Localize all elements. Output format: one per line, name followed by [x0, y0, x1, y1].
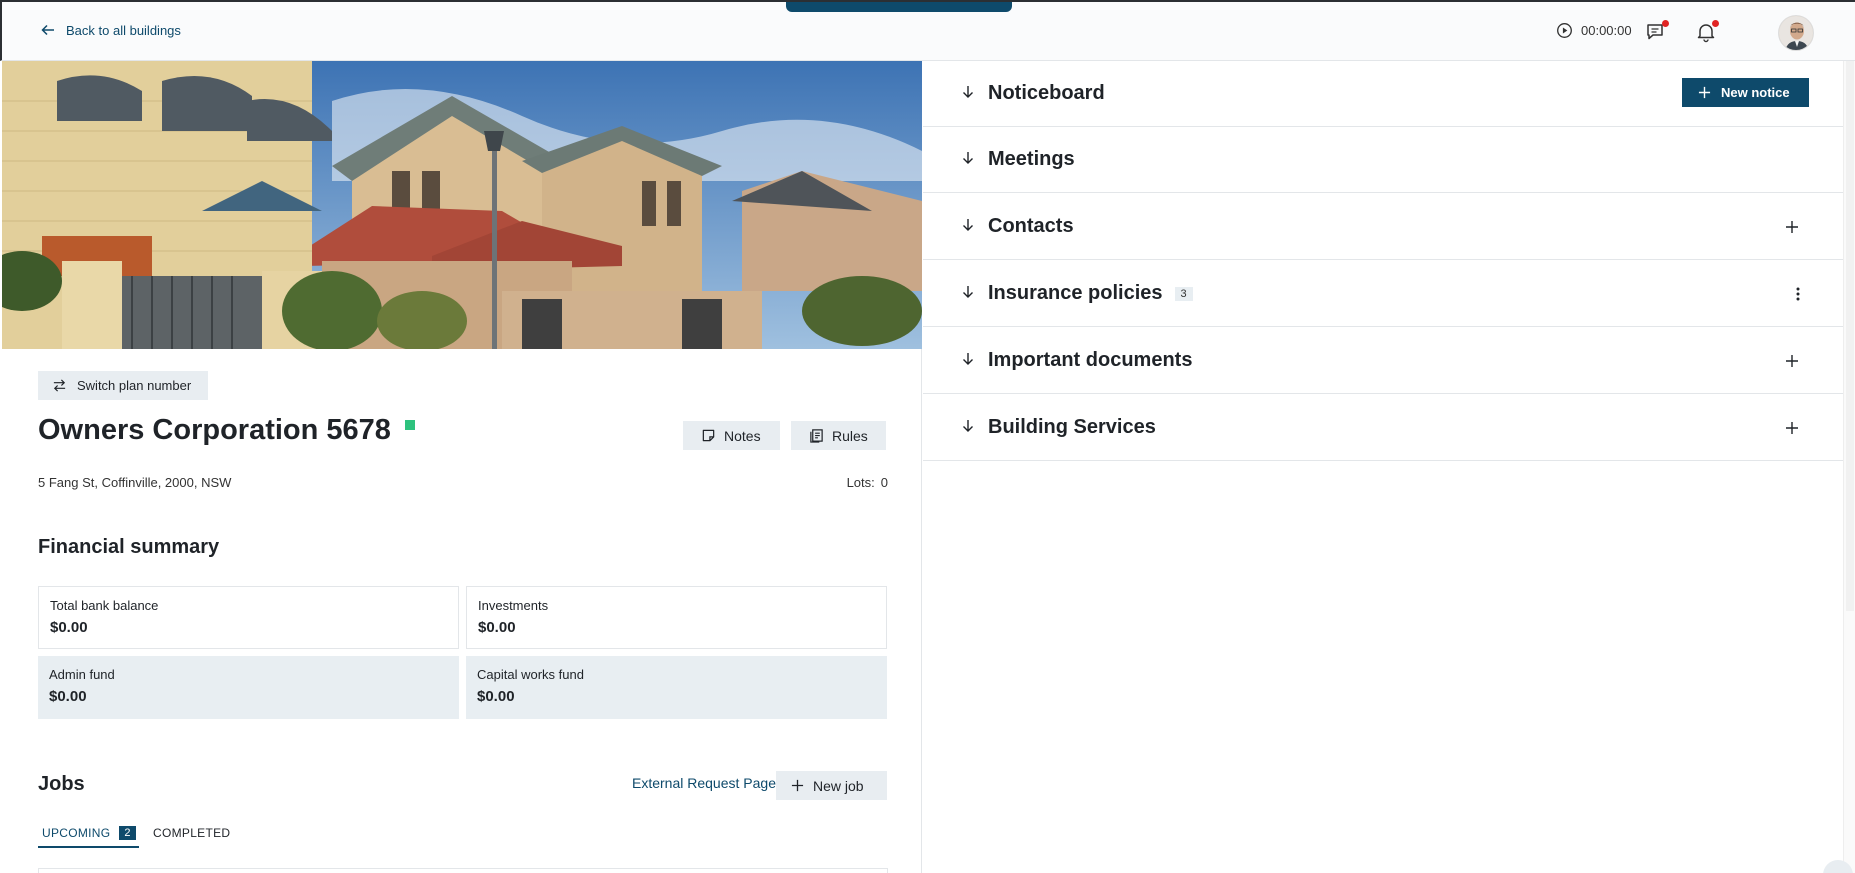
add-document-plus-icon[interactable]	[1784, 353, 1800, 369]
arrow-down-icon	[963, 420, 973, 432]
section-important-documents[interactable]: Important documents	[923, 328, 1845, 394]
section-title: Meetings	[988, 148, 1075, 171]
swap-arrows-icon	[53, 379, 66, 392]
card-value: $0.00	[477, 688, 515, 705]
capital-works-fund-card: Capital works fund $0.00	[466, 656, 887, 719]
play-circle-icon	[1557, 23, 1572, 38]
admin-fund-card: Admin fund $0.00	[38, 656, 459, 719]
section-contacts[interactable]: Contacts	[923, 194, 1845, 260]
section-meetings[interactable]: Meetings	[923, 127, 1845, 193]
top-tab-indicator[interactable]	[786, 2, 1012, 12]
tab-label: COMPLETED	[153, 826, 231, 840]
lots-count: Lots: 0	[847, 475, 888, 490]
rules-document-icon	[810, 429, 823, 443]
back-link-label: Back to all buildings	[66, 22, 181, 38]
rules-label: Rules	[832, 427, 868, 444]
investments-card: Investments $0.00	[466, 586, 887, 649]
new-job-label: New job	[813, 777, 864, 794]
messages-button[interactable]	[1645, 20, 1669, 43]
section-title-text: Insurance policies	[988, 282, 1163, 304]
back-to-buildings-link[interactable]: Back to all buildings	[40, 22, 181, 38]
total-bank-balance-card: Total bank balance $0.00	[38, 586, 459, 649]
tab-completed[interactable]: COMPLETED	[153, 826, 230, 846]
arrow-left-icon	[41, 24, 54, 36]
building-address: 5 Fang St, Coffinville, 2000, NSW	[38, 475, 232, 490]
building-sections-pane: Noticeboard New notice Meetings Contacts…	[923, 61, 1845, 873]
lots-value: 0	[880, 475, 888, 490]
card-value: $0.00	[478, 619, 516, 636]
jobs-heading: Jobs	[38, 773, 85, 795]
card-label: Capital works fund	[477, 667, 584, 682]
building-overview-pane: Switch plan number Owners Corporation 56…	[2, 61, 922, 873]
insurance-count-badge: 3	[1174, 286, 1193, 301]
timer-value: 00:00:00	[1581, 23, 1632, 38]
arrow-down-icon	[963, 219, 973, 231]
arrow-down-icon	[963, 152, 973, 164]
section-title: Insurance policies 3	[988, 282, 1193, 305]
building-photo	[2, 61, 922, 349]
section-title: Contacts	[988, 215, 1074, 238]
avatar-image	[1779, 16, 1813, 50]
top-bar: Back to all buildings 00:00:00	[0, 0, 1855, 61]
tab-upcoming[interactable]: UPCOMING 2	[38, 826, 139, 848]
section-building-services[interactable]: Building Services	[923, 395, 1845, 461]
financial-summary-heading: Financial summary	[38, 536, 220, 558]
jobs-list	[38, 868, 888, 873]
notes-label: Notes	[724, 427, 761, 444]
section-title: Building Services	[988, 416, 1156, 439]
status-indicator	[405, 420, 415, 430]
section-title-text: Meetings	[988, 148, 1075, 170]
section-title-text: Noticeboard	[988, 82, 1105, 104]
section-title-text: Important documents	[988, 349, 1193, 371]
card-value: $0.00	[50, 619, 88, 636]
rules-button[interactable]: Rules	[791, 421, 886, 450]
tab-label: UPCOMING	[42, 826, 111, 840]
scrollbar[interactable]	[1843, 61, 1855, 873]
user-avatar[interactable]	[1778, 15, 1814, 51]
scrollbar-thumb[interactable]	[1846, 61, 1854, 611]
add-contact-plus-icon[interactable]	[1784, 219, 1800, 235]
notifications-button[interactable]	[1695, 20, 1719, 43]
external-request-page-link[interactable]: External Request Page	[632, 775, 776, 791]
section-title-text: Contacts	[988, 215, 1074, 237]
more-vertical-icon[interactable]	[1795, 286, 1801, 302]
lots-label: Lots:	[846, 475, 875, 490]
new-job-button[interactable]: New job	[776, 771, 887, 800]
section-insurance-policies[interactable]: Insurance policies 3	[923, 261, 1845, 327]
page-title: Owners Corporation 5678	[38, 414, 391, 446]
card-value: $0.00	[49, 688, 87, 705]
card-label: Admin fund	[49, 667, 115, 682]
upcoming-count-badge: 2	[119, 826, 136, 840]
arrow-down-icon	[963, 353, 973, 365]
section-title-text: Building Services	[988, 416, 1156, 438]
section-title: Noticeboard	[988, 82, 1105, 105]
timer[interactable]: 00:00:00	[1556, 22, 1632, 39]
add-service-plus-icon[interactable]	[1784, 420, 1800, 436]
new-notice-button[interactable]: New notice	[1682, 78, 1809, 107]
plus-icon	[791, 779, 804, 792]
switch-plan-button[interactable]: Switch plan number	[38, 371, 209, 400]
section-title: Important documents	[988, 349, 1192, 372]
arrow-down-icon	[963, 286, 973, 298]
arrow-down-icon	[963, 86, 973, 98]
messages-notification-dot	[1662, 20, 1669, 27]
notifications-dot	[1712, 20, 1719, 27]
card-label: Total bank balance	[50, 598, 159, 613]
plus-icon	[1698, 86, 1711, 99]
notes-button[interactable]: Notes	[683, 421, 780, 450]
note-icon	[702, 429, 715, 442]
houses-illustration	[2, 61, 922, 349]
switch-plan-label: Switch plan number	[77, 378, 192, 393]
section-noticeboard[interactable]: Noticeboard New notice	[923, 61, 1845, 127]
card-label: Investments	[478, 598, 549, 613]
new-notice-label: New notice	[1721, 85, 1790, 100]
